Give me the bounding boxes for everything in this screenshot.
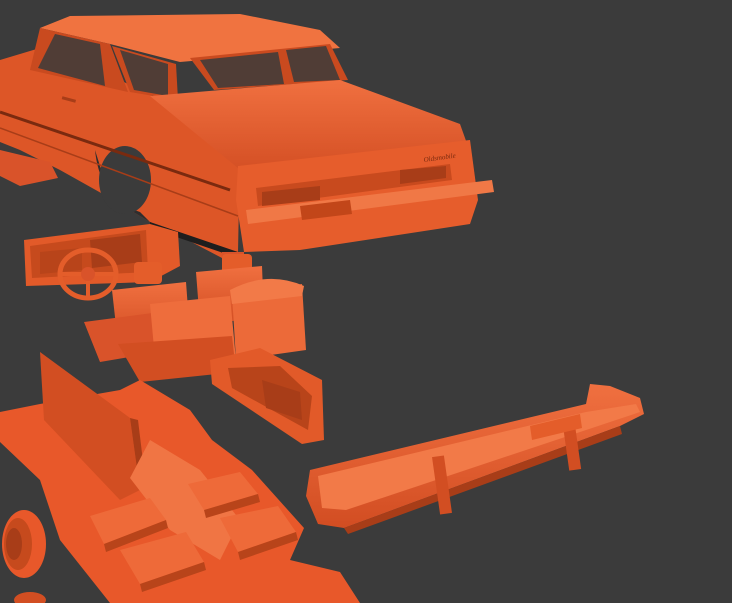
car-body[interactable]: Oldsmobile [0, 14, 494, 270]
3d-viewport[interactable]: Oldsmobile [0, 0, 732, 603]
door-panel[interactable] [210, 348, 324, 444]
model-scene: Oldsmobile [0, 14, 644, 603]
wheel[interactable] [2, 510, 46, 603]
rear-bumper[interactable] [306, 384, 644, 534]
